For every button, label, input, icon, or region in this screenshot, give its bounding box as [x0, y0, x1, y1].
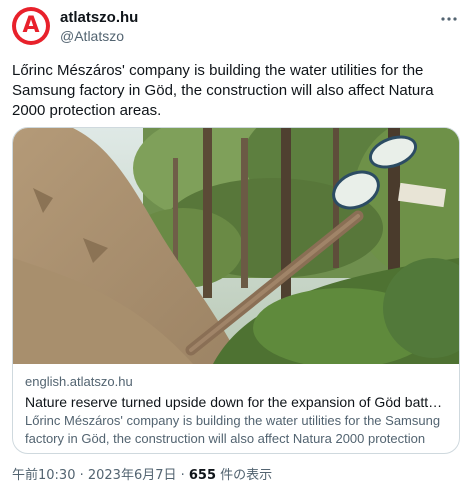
card-body[interactable]: english.atlatszo.hu Nature reserve turne…: [13, 364, 459, 453]
card-description: Lőrinc Mészáros' company is building the…: [25, 413, 441, 453]
avatar[interactable]: A: [12, 7, 50, 45]
card-photo: [13, 128, 459, 364]
more-dots-icon: [441, 17, 457, 21]
card-image[interactable]: [13, 128, 459, 364]
avatar-letter: A: [22, 13, 40, 38]
link-card[interactable]: english.atlatszo.hu Nature reserve turne…: [12, 127, 460, 454]
tweet-text: Lőrinc Mészáros' company is building the…: [12, 62, 434, 119]
author-block: atlatszo.hu @Atlatszo: [60, 9, 138, 46]
handle[interactable]: @Atlatszo: [60, 27, 138, 46]
tweet-meta: 午前10:30 · 2023年6月7日 · 655 件の表示: [12, 464, 272, 483]
card-domain: english.atlatszo.hu: [25, 374, 133, 389]
card-title: Nature reserve turned upside down for th…: [25, 394, 447, 410]
avatar-logo: A: [16, 11, 46, 41]
timestamp[interactable]: 午前10:30 · 2023年6月7日 ·: [12, 468, 189, 483]
views-label: 件の表示: [216, 468, 273, 483]
tweet: A atlatszo.hu @Atlatszo Lőrinc Mészáros'…: [0, 0, 472, 488]
more-options-button[interactable]: [438, 8, 460, 30]
display-name[interactable]: atlatszo.hu: [60, 9, 138, 27]
views-count: 655: [188, 468, 217, 483]
